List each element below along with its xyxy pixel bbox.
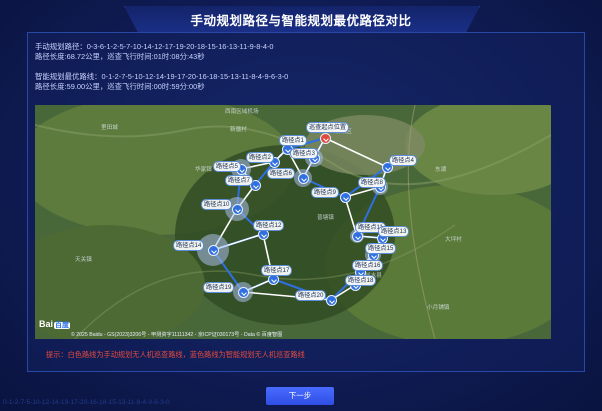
- waypoint-marker-icon[interactable]: [339, 191, 351, 203]
- waypoint-label: 路径点19: [203, 282, 235, 293]
- waypoint-label: 路径点10: [201, 199, 233, 210]
- waypoint-label: 路径点16: [352, 260, 384, 271]
- baidu-logo: Bai 百度: [39, 319, 71, 329]
- waypoint-marker-icon[interactable]: [237, 286, 249, 298]
- smart-path: 智能规划最优路线：0-1-2-7-5-10-12-14-19-17-20-16-…: [35, 72, 289, 81]
- waypoint-marker-icon[interactable]: [207, 244, 219, 256]
- waypoint-label: 路径点5: [213, 161, 242, 172]
- manual-path: 手动规划路径：0-3-6-1-2-5-7-10-14-12-17-19-20-1…: [35, 42, 274, 51]
- map-copyright: © 2025 Baidu - GS(2023)3206号 - 甲测资字11111…: [71, 332, 283, 338]
- route-map[interactable]: 里田城 西南区域机场 新疆村 新城区 普塘镇 大坪村 邻水县 小月铺镇 东湖 华…: [35, 105, 551, 339]
- waypoint-label: 路径点20: [295, 290, 327, 301]
- start-label: 巡查起点位置: [306, 122, 350, 133]
- waypoint-label: 路径点14: [173, 240, 205, 251]
- waypoint-label: 路径点1: [279, 135, 308, 146]
- waypoint-marker-icon[interactable]: [297, 172, 309, 184]
- waypoint-label: 路径点13: [378, 226, 410, 237]
- waypoint-marker-icon[interactable]: [231, 203, 243, 215]
- waypoint-marker-icon[interactable]: [325, 294, 337, 306]
- manual-stats: 路径长度:68.72公里，巡查飞行时间:01时:08分:43秒: [35, 52, 205, 61]
- page-title: 手动规划路径与智能规划最优路径对比: [190, 14, 412, 28]
- waypoint-label: 路径点8: [358, 177, 387, 188]
- waypoint-label: 路径点6: [267, 168, 296, 179]
- waypoint-label: 路径点4: [389, 155, 418, 166]
- waypoint-label: 路径点2: [246, 152, 275, 163]
- footer-path: 0-1-2-7-5-10-12-14-19-17-20-16-18-15-13-…: [3, 399, 170, 406]
- next-step-button[interactable]: 下一步: [266, 387, 334, 405]
- waypoint-label: 路径点9: [311, 187, 340, 198]
- waypoint-label: 路径点18: [345, 275, 377, 286]
- route-hint: 提示：白色路线为手动规划无人机巡查路线，蓝色路线为智能规划无人机巡查路线: [46, 350, 305, 359]
- waypoint-label: 路径点3: [290, 148, 319, 159]
- waypoint-label: 路径点12: [253, 220, 285, 231]
- waypoint-label: 路径点7: [225, 175, 254, 186]
- waypoint-label: 路径点15: [365, 243, 397, 254]
- waypoint-label: 路径点17: [261, 265, 293, 276]
- start-marker-icon[interactable]: [319, 132, 331, 144]
- smart-stats: 路径长度:59.00公里，巡查飞行时间:00时:59分:00秒: [35, 82, 205, 91]
